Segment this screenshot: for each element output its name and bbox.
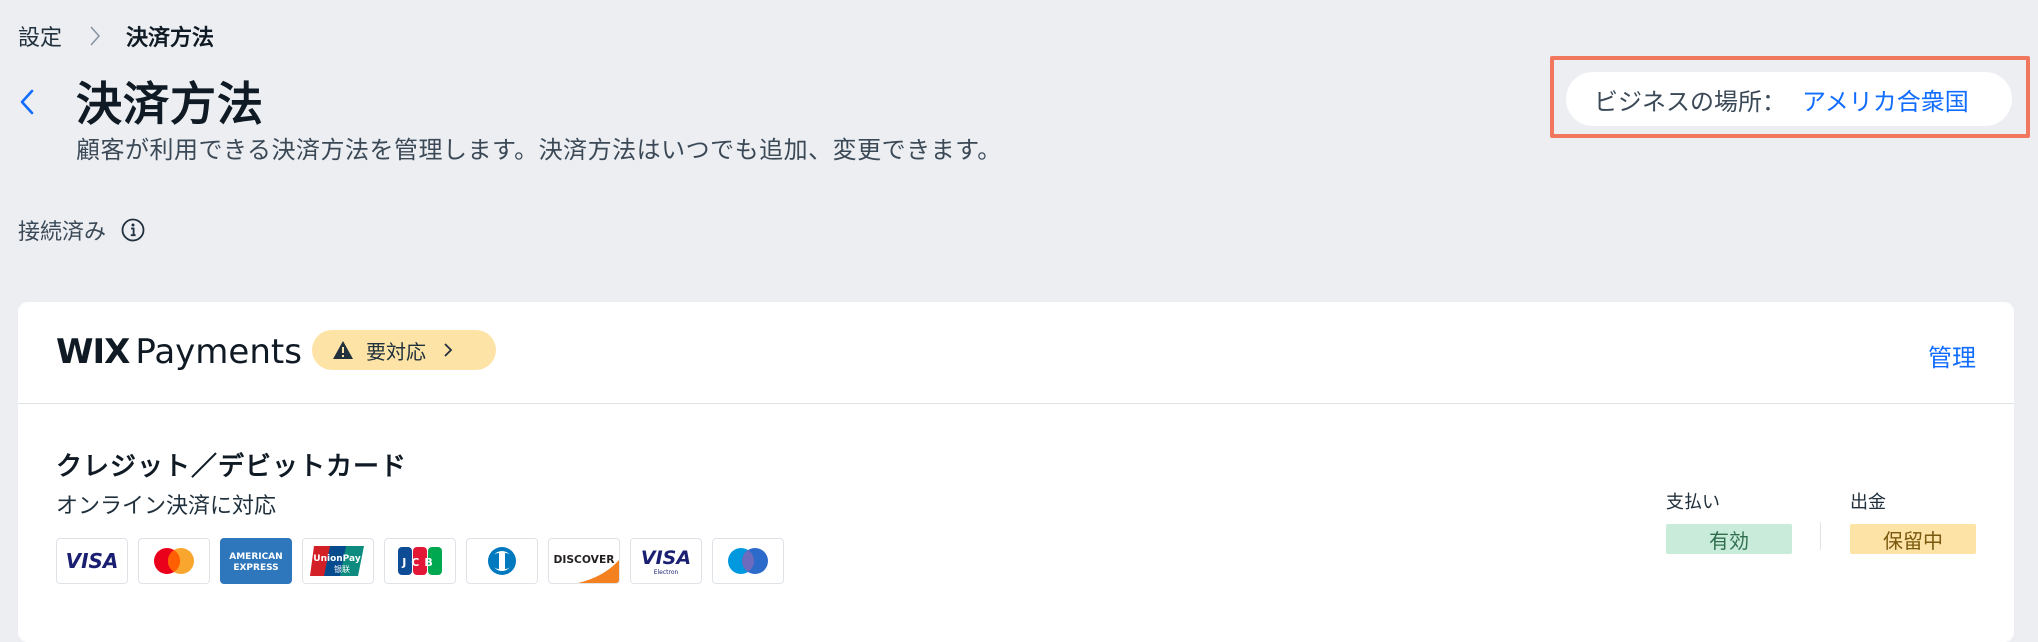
jcb-logo-text: JCB <box>401 556 438 569</box>
status-divider <box>1820 522 1821 550</box>
visa-logo-text: VISA <box>66 549 119 573</box>
payout-status-badge: 保留中 <box>1850 524 1976 554</box>
amex-logo-text-2: EXPRESS <box>233 563 278 573</box>
visa-electron-logo-text: VISA <box>641 547 691 569</box>
payment-method-title: クレジット／デビットカード <box>56 452 408 482</box>
amex-logo-text-1: AMERICAN <box>229 552 282 562</box>
business-location-selector[interactable]: ビジネスの場所： アメリカ合衆国 <box>1566 72 2012 126</box>
payment-method-subtitle: オンライン決済に対応 <box>56 494 277 519</box>
connected-label: 接続済み <box>18 220 107 245</box>
action-required-badge[interactable]: 要対応 <box>312 330 496 370</box>
payment-status-label: 支払い <box>1666 492 1720 513</box>
breadcrumb-current: 決済方法 <box>126 26 215 51</box>
chevron-right-icon <box>444 343 453 357</box>
wix-logo-text: WIX <box>56 332 130 372</box>
wix-payments-card: WIX Payments 要対応 管理 クレジット／デビットカード オンライン決… <box>18 302 2014 642</box>
unionpay-logo-text-cn: 银联 <box>334 564 350 574</box>
business-location-label: ビジネスの場所： <box>1594 87 1786 116</box>
info-icon[interactable] <box>120 217 146 243</box>
payments-logo-text: Payments <box>135 332 302 372</box>
unionpay-logo-text: UnionPay <box>313 554 361 564</box>
page-title: 決済方法 <box>76 77 264 131</box>
discover-logo-text: DISCOVER <box>554 553 616 566</box>
page-subtitle: 顧客が利用できる決済方法を管理します。決済方法はいつでも追加、変更できます。 <box>76 136 1002 164</box>
connected-section-header: 接続済み <box>18 214 146 246</box>
mastercard-logo-icon <box>138 538 210 584</box>
visa-logo-icon: VISA <box>56 538 128 584</box>
breadcrumb: 設定 決済方法 <box>18 20 214 52</box>
amex-logo-icon: AMERICAN EXPRESS <box>220 538 292 584</box>
unionpay-logo-icon: UnionPay 银联 <box>302 538 374 584</box>
discover-logo-icon: DISCOVER <box>548 538 620 584</box>
business-location-value[interactable]: アメリカ合衆国 <box>1802 82 1969 117</box>
action-required-label: 要対応 <box>366 339 426 364</box>
payout-status-label: 出金 <box>1850 492 1886 513</box>
breadcrumb-settings-link[interactable]: 設定 <box>18 20 62 52</box>
back-arrow-icon[interactable] <box>16 84 40 120</box>
electron-logo-text: Electron <box>654 569 679 576</box>
visa-electron-logo-icon: VISA Electron <box>630 538 702 584</box>
payment-status-badge: 有効 <box>1666 524 1792 554</box>
wix-payments-logo: WIX Payments <box>56 332 302 372</box>
card-header: WIX Payments 要対応 管理 <box>18 302 2014 404</box>
payout-status: 出金 保留中 <box>1850 488 1976 554</box>
payment-status: 支払い 有効 <box>1666 488 1792 554</box>
jcb-logo-icon: JCB <box>384 538 456 584</box>
maestro-logo-icon <box>712 538 784 584</box>
diners-club-logo-icon <box>466 538 538 584</box>
manage-link[interactable]: 管理 <box>1928 338 1976 373</box>
card-brand-logos: VISA AMERICAN EXPRESS UnionPay 银联 JCB DI… <box>56 538 794 584</box>
warning-icon <box>333 341 353 359</box>
breadcrumb-chevron-icon <box>90 26 101 46</box>
